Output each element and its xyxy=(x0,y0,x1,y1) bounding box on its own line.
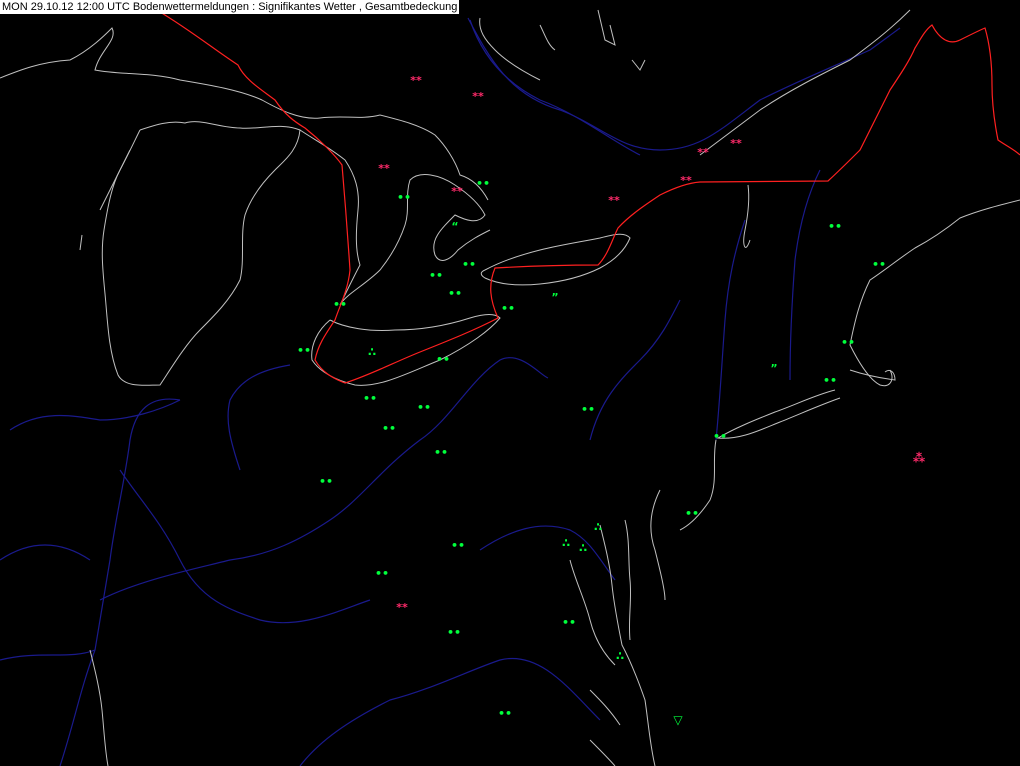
weather-symbol-rain: •• xyxy=(462,258,476,271)
weather-symbol-snow: ** xyxy=(378,162,390,175)
weather-symbol-rain: •• xyxy=(382,422,396,435)
weather-map: ** ** ** ** ** ** ** ** ** ⁂ •• •• “ •• •• •• •• •• ” •• •• ∴… xyxy=(0,0,1020,766)
weather-symbol-snow: ** xyxy=(608,194,620,207)
weather-symbol-rain: •• xyxy=(872,258,886,271)
map-background xyxy=(0,0,1020,766)
weather-symbol-rain: •• xyxy=(823,374,837,387)
weather-symbol-snow: ** xyxy=(472,90,484,103)
weather-symbol-rain: •• xyxy=(429,269,443,282)
weather-symbol-showers: ∴ xyxy=(594,520,602,534)
weather-symbol-rain: •• xyxy=(319,475,333,488)
weather-symbol-rain: •• xyxy=(501,302,515,315)
weather-symbol-rain: •• xyxy=(363,392,377,405)
weather-symbol-showers: ∴ xyxy=(579,541,587,555)
weather-symbol-shower-triangle: ▽ xyxy=(673,713,683,727)
weather-symbol-snow-triangle: ⁂ xyxy=(913,451,926,465)
weather-symbol-rain: •• xyxy=(685,507,699,520)
weather-symbol-drizzle-alt: ” xyxy=(770,362,777,375)
weather-symbol-rain: •• xyxy=(451,539,465,552)
weather-symbol-snow: ** xyxy=(697,146,709,159)
weather-symbol-rain: •• xyxy=(375,567,389,580)
weather-symbol-showers: ∴ xyxy=(562,536,570,550)
weather-symbol-rain: •• xyxy=(562,616,576,629)
weather-symbol-showers: ∴ xyxy=(368,345,376,359)
weather-symbol-rain: •• xyxy=(476,177,490,190)
weather-symbol-rain: •• xyxy=(417,401,431,414)
weather-symbol-rain: •• xyxy=(828,220,842,233)
weather-symbol-rain: •• xyxy=(581,403,595,416)
weather-symbol-rain: •• xyxy=(297,344,311,357)
weather-symbol-drizzle: “ xyxy=(451,220,458,233)
weather-symbol-showers: ∴ xyxy=(616,649,624,663)
weather-symbol-rain: •• xyxy=(447,626,461,639)
weather-symbol-drizzle-alt: ” xyxy=(551,291,558,304)
weather-symbol-rain: •• xyxy=(713,430,727,443)
weather-symbol-rain: •• xyxy=(397,191,411,204)
weather-symbol-rain: •• xyxy=(434,446,448,459)
weather-symbol-snow: ** xyxy=(680,174,692,187)
weather-symbol-snow: ** xyxy=(451,185,463,198)
title-bar: MON 29.10.12 12:00 UTC Bodenwettermeldun… xyxy=(0,0,460,14)
weather-symbol-rain: •• xyxy=(498,707,512,720)
weather-symbol-rain: •• xyxy=(448,287,462,300)
weather-symbol-snow: ** xyxy=(730,137,742,150)
weather-symbol-snow: ** xyxy=(410,74,422,87)
weather-symbol-rain: •• xyxy=(841,336,855,349)
weather-symbol-rain: •• xyxy=(436,353,450,366)
weather-symbol-rain: •• xyxy=(333,298,347,311)
weather-symbol-snow: ** xyxy=(396,601,408,614)
